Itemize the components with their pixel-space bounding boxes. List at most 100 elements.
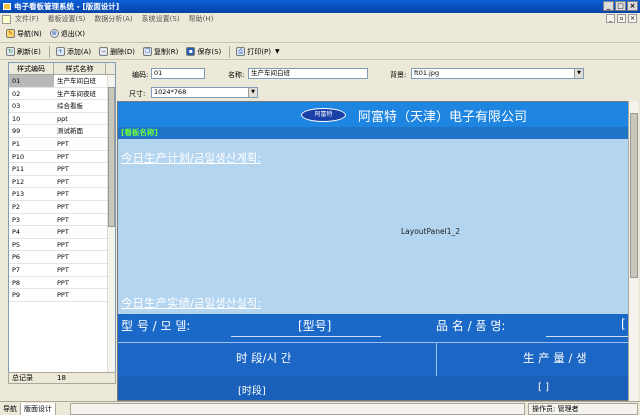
table-row[interactable]: 01 生产车间白班: [9, 75, 115, 88]
name-input[interactable]: 生产车间白班: [248, 68, 368, 79]
table-row[interactable]: P2 PPT: [9, 201, 115, 214]
row-name: 综合看板: [57, 102, 83, 111]
copy-icon: ❐: [143, 47, 153, 56]
mdi-minimize-button[interactable]: _: [606, 14, 615, 23]
actual-title[interactable]: 今日生产实绩/금일생산실적:: [121, 295, 261, 311]
menu-help[interactable]: 帮助(H): [189, 14, 214, 24]
model-value: [型号]: [298, 319, 332, 333]
grid-scroll-thumb[interactable]: [108, 87, 115, 227]
table-row[interactable]: P1 PPT: [9, 138, 115, 151]
row-code: 01: [9, 75, 54, 87]
grid-footer: 总记录 18: [8, 372, 116, 384]
status-tab-nav[interactable]: 导航: [0, 402, 21, 415]
row-name: PPT: [57, 265, 69, 274]
row-code: P6: [12, 253, 21, 262]
table-row[interactable]: P11 PPT: [9, 163, 115, 176]
grid-scrollbar[interactable]: [107, 75, 115, 383]
chevron-down-icon[interactable]: ▼: [574, 69, 583, 78]
add-button[interactable]: + 添加(A): [53, 46, 94, 58]
table-row[interactable]: 99 测试新面: [9, 125, 115, 138]
operator-label: 操作员: 管理者: [528, 403, 638, 415]
statusbar: 导航 版面设计 操作员: 管理者: [0, 401, 640, 415]
nav-button[interactable]: ✎ 导航(N): [3, 28, 45, 40]
row-code: P12: [12, 177, 25, 186]
mdi-restore-button[interactable]: ▫: [617, 14, 626, 23]
table-row[interactable]: 02 生产车间夜班: [9, 88, 115, 101]
table-row[interactable]: P12 PPT: [9, 176, 115, 189]
status-panel: [70, 403, 525, 415]
table-row[interactable]: P13 PPT: [9, 188, 115, 201]
menu-system-settings[interactable]: 系统设置(S): [142, 14, 180, 24]
table-row[interactable]: P4 PPT: [9, 226, 115, 239]
menu-board-settings[interactable]: 看板设置(S): [48, 14, 86, 24]
row-code: P2: [12, 202, 21, 211]
exit-button[interactable]: ⊗ 退出(X): [47, 28, 88, 40]
refresh-button[interactable]: ↻ 刷新(E): [3, 46, 44, 58]
table-row[interactable]: 10 ppt: [9, 113, 115, 126]
layout-canvas[interactable]: 阿富特 阿富特（天津）电子有限公司 [看板名称] 今日生产计划/금일생산계획: …: [117, 101, 629, 401]
code-input[interactable]: 01: [151, 68, 205, 79]
table-row[interactable]: P9 PPT: [9, 289, 115, 302]
quantity-cell: [ ]: [538, 382, 549, 393]
canvas-scrollbar[interactable]: [628, 101, 638, 401]
row-code: P8: [12, 278, 21, 287]
model-underline: [231, 336, 381, 337]
model-product-band[interactable]: 型 号 / 모 델: [型号] 品 名 / 품 명: [: [118, 314, 628, 342]
code-label: 编码:: [132, 71, 149, 79]
row-name: PPT: [57, 240, 69, 249]
menu-file[interactable]: 文件(F): [15, 14, 39, 24]
row-name: PPT: [57, 165, 69, 174]
table-row[interactable]: P8 PPT: [9, 277, 115, 290]
quantity-header: 生 产 量 / 생: [523, 351, 587, 365]
table-row[interactable]: P5 PPT: [9, 239, 115, 252]
save-button[interactable]: ▪ 保存(S): [183, 46, 224, 58]
size-combo[interactable]: 1024*768 ▼: [151, 87, 258, 98]
company-logo[interactable]: 阿富特: [301, 108, 346, 122]
grid-header-code[interactable]: 样式编码: [9, 63, 54, 74]
table-row[interactable]: P6 PPT: [9, 251, 115, 264]
background-label: 背景:: [390, 71, 407, 79]
background-combo[interactable]: ft01.jpg ▼: [411, 68, 584, 79]
plan-title[interactable]: 今日生产计划/금일생산계획:: [121, 150, 261, 166]
company-name[interactable]: 阿富特（天津）电子有限公司: [358, 106, 527, 125]
row-name: PPT: [57, 190, 69, 199]
grid-header: 样式编码 样式名称: [9, 63, 115, 75]
document-icon: [2, 14, 11, 24]
row-name: 生产车间夜班: [57, 89, 96, 98]
save-icon: ▪: [186, 47, 196, 56]
menu-data-analysis[interactable]: 数据分析(A): [94, 14, 132, 24]
table-row[interactable]: P3 PPT: [9, 214, 115, 227]
row-code: 02: [12, 89, 21, 98]
status-tab-layout[interactable]: 版面设计: [21, 402, 56, 415]
total-label: 总记录: [12, 374, 33, 382]
time-header: 时 段/시 간: [236, 351, 292, 365]
print-button[interactable]: ⎙ 打印(P) ▼: [233, 46, 282, 58]
row-name: PPT: [57, 228, 69, 237]
product-value: [: [621, 317, 626, 331]
table-row[interactable]: 03 综合看板: [9, 100, 115, 113]
maximize-button[interactable]: □: [615, 1, 626, 11]
layout-panel-label[interactable]: LayoutPanel1_2: [401, 227, 460, 236]
table-row[interactable]: P10 PPT: [9, 151, 115, 164]
copy-button[interactable]: ❐ 复制(R): [140, 46, 181, 58]
app-icon: [3, 3, 11, 10]
table-header[interactable]: 时 段/시 간 生 产 量 / 생: [118, 342, 628, 400]
mdi-close-button[interactable]: ×: [628, 14, 637, 23]
table-row[interactable]: [时段] [ ]: [118, 376, 628, 400]
row-code: 03: [12, 102, 21, 111]
close-button[interactable]: ×: [627, 1, 638, 11]
refresh-icon: ↻: [6, 47, 15, 56]
board-name-band[interactable]: [看板名称]: [118, 127, 628, 139]
grid-header-name[interactable]: 样式名称: [54, 63, 106, 74]
minimize-button[interactable]: _: [603, 1, 614, 11]
name-label: 名称:: [228, 71, 245, 79]
delete-button[interactable]: − 删除(D): [96, 46, 138, 58]
canvas-scroll-thumb[interactable]: [630, 113, 638, 278]
window-title: 电子看板管理系统 - [版面设计]: [14, 2, 120, 11]
chevron-down-icon[interactable]: ▼: [248, 88, 257, 97]
chevron-down-icon[interactable]: ▼: [275, 48, 280, 55]
exit-button-label: 退出(X): [60, 29, 85, 38]
product-label: 品 名 / 품 명:: [436, 319, 506, 333]
table-row[interactable]: P7 PPT: [9, 264, 115, 277]
printer-icon: ⎙: [236, 47, 246, 56]
